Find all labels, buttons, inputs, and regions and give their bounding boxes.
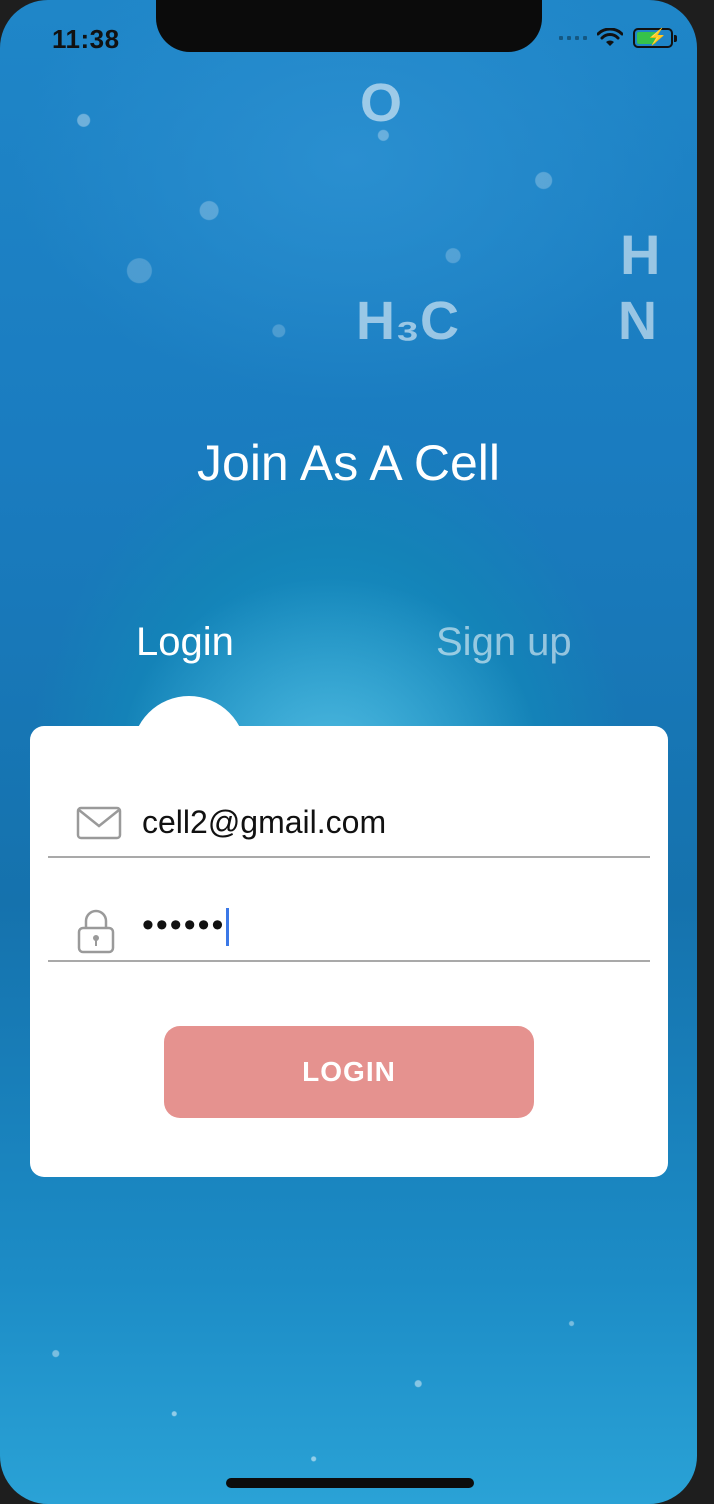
login-card: cell2@gmail.com •••••• LOGIN [30, 726, 668, 1177]
tab-login[interactable]: Login [136, 620, 234, 665]
text-caret [226, 908, 230, 947]
molecule-decoration-n: N [618, 291, 657, 351]
molecule-decoration-h: H [620, 223, 661, 286]
molecule-decoration-h3c: H₃C [356, 291, 459, 351]
email-field[interactable]: cell2@gmail.com [48, 798, 650, 858]
envelope-icon [76, 806, 122, 840]
page-title: Join As A Cell [197, 435, 500, 491]
tab-signup[interactable]: Sign up [436, 620, 572, 665]
password-field[interactable]: •••••• [48, 902, 650, 962]
device-notch [156, 0, 542, 52]
lock-icon [77, 909, 115, 954]
cellular-signal-icon [559, 36, 587, 40]
battery-icon: ⚡ [633, 28, 677, 48]
wifi-icon [597, 28, 623, 46]
molecule-decoration-o: O [360, 73, 403, 133]
status-time: 11:38 [52, 24, 120, 54]
home-indicator[interactable] [226, 1478, 474, 1488]
password-dots: •••••• [142, 906, 226, 944]
status-icons: ⚡ [559, 28, 677, 48]
charging-bolt-icon: ⚡ [647, 29, 667, 46]
login-button[interactable]: LOGIN [164, 1026, 534, 1118]
password-value: •••••• [142, 906, 230, 947]
app-screen: O H H₃C N 11:38 ⚡ Join As A Cell Login S… [0, 0, 697, 1504]
email-value: cell2@gmail.com [142, 804, 387, 840]
